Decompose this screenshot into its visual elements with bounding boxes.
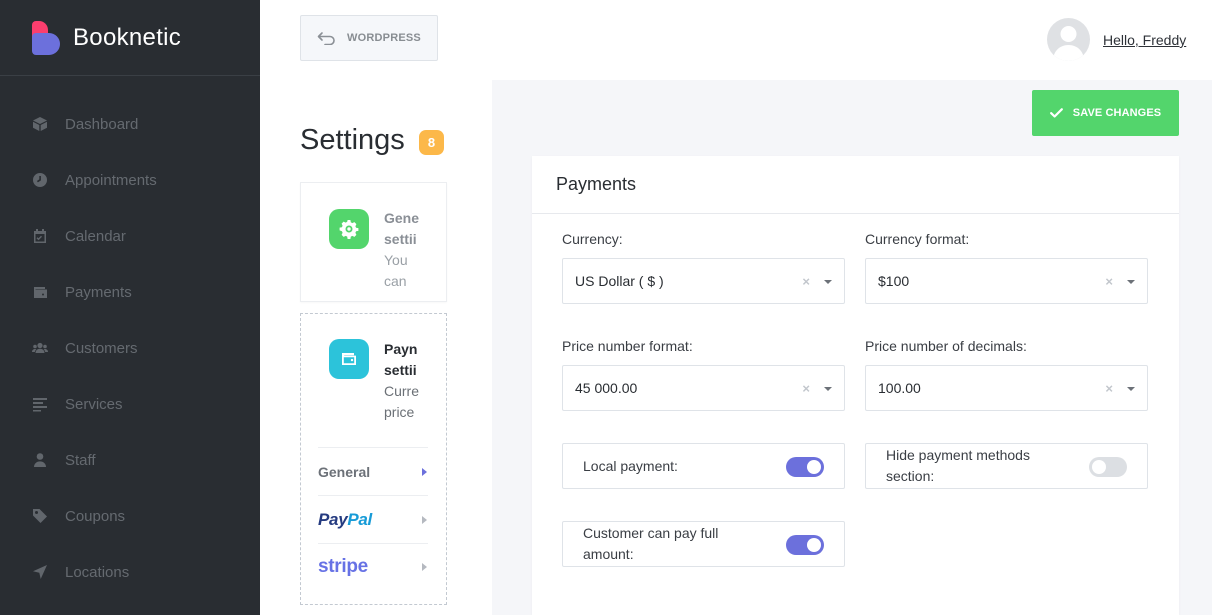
chevron-right-icon bbox=[422, 515, 427, 524]
sidebar-item-label: Coupons bbox=[65, 507, 126, 525]
customer-pay-full-toggle[interactable] bbox=[786, 535, 824, 555]
chevron-right-icon bbox=[422, 563, 427, 571]
payment-settings-text: Payn settii Curre price bbox=[384, 339, 446, 423]
card-title-line: settii bbox=[384, 362, 417, 378]
sidebar-item-label: Payments bbox=[65, 283, 132, 301]
payment-sub-menu: General PayPal stripe bbox=[318, 447, 428, 590]
sidebar-item-label: Staff bbox=[65, 451, 96, 469]
card-desc-line: price bbox=[384, 404, 415, 420]
sub-item-stripe[interactable]: stripe bbox=[318, 543, 428, 590]
chevron-down-icon bbox=[1127, 280, 1135, 284]
sidebar-item-label: Services bbox=[65, 395, 123, 413]
customer-pay-full-label: Customer can pay full amount: bbox=[583, 525, 719, 562]
cube-icon bbox=[32, 116, 48, 132]
avatar[interactable] bbox=[1047, 18, 1090, 61]
clear-icon[interactable]: × bbox=[802, 381, 810, 396]
hide-payment-methods-toggle[interactable] bbox=[1089, 457, 1127, 477]
payment-settings-card[interactable]: Payn settii Curre price General PayPal s… bbox=[300, 313, 447, 605]
currency-format-select[interactable]: $100 × bbox=[865, 258, 1148, 304]
user-icon bbox=[32, 452, 48, 468]
booknetic-logo-icon bbox=[32, 20, 60, 55]
card-desc-line: can bbox=[384, 273, 407, 289]
clock-icon bbox=[32, 172, 48, 188]
sidebar-item-label: Locations bbox=[65, 563, 130, 581]
wordpress-label: WORDPRESS bbox=[347, 32, 421, 44]
clear-icon[interactable]: × bbox=[802, 274, 810, 289]
sidebar-item-appointments[interactable]: Appointments bbox=[0, 152, 260, 208]
sidebar-item-dashboard[interactable]: Dashboard bbox=[0, 96, 260, 152]
local-payment-row: Local payment: bbox=[562, 443, 845, 489]
general-settings-card[interactable]: Gene settii You can bbox=[300, 182, 447, 302]
sidebar-item-coupons[interactable]: Coupons bbox=[0, 488, 260, 544]
location-arrow-icon bbox=[32, 564, 48, 580]
users-icon bbox=[32, 340, 48, 356]
save-changes-button[interactable]: SAVE CHANGES bbox=[1032, 90, 1179, 136]
top-header: WORDPRESS Hello, Freddy bbox=[260, 0, 1212, 80]
check-icon bbox=[1049, 108, 1063, 118]
card-title-line: Payn bbox=[384, 341, 418, 357]
sidebar-item-locations[interactable]: Locations bbox=[0, 544, 260, 600]
chevron-down-icon bbox=[824, 387, 832, 391]
settings-count-badge: 8 bbox=[419, 130, 444, 155]
sidebar-item-services[interactable]: Services bbox=[0, 376, 260, 432]
sidebar-item-staff[interactable]: Staff bbox=[0, 432, 260, 488]
price-number-format-label: Price number format: bbox=[562, 338, 693, 354]
sub-item-label: General bbox=[318, 463, 371, 480]
user-greeting-link[interactable]: Hello, Freddy bbox=[1103, 32, 1186, 48]
clear-icon[interactable]: × bbox=[1105, 381, 1113, 396]
sidebar: Booknetic Dashboard Appointments Calenda… bbox=[0, 0, 260, 615]
price-decimals-label: Price number of decimals: bbox=[865, 338, 1027, 354]
page-title: Settings bbox=[300, 124, 405, 156]
back-arrow-icon bbox=[317, 32, 335, 45]
currency-format-label: Currency format: bbox=[865, 231, 970, 247]
price-decimals-select[interactable]: 100.00 × bbox=[865, 365, 1148, 411]
price-number-format-select[interactable]: 45 000.00 × bbox=[562, 365, 845, 411]
list-icon bbox=[32, 396, 48, 412]
clear-icon[interactable]: × bbox=[1105, 274, 1113, 289]
currency-format-value: $100 bbox=[878, 273, 910, 289]
brand-name: Booknetic bbox=[73, 23, 182, 51]
card-desc-line: Curre bbox=[384, 383, 420, 399]
wallet-icon bbox=[329, 339, 369, 379]
sidebar-item-label: Calendar bbox=[65, 227, 126, 245]
currency-select[interactable]: US Dollar ( $ ) × bbox=[562, 258, 845, 304]
stripe-logo: stripe bbox=[318, 556, 368, 577]
local-payment-label: Local payment: bbox=[583, 458, 678, 474]
sidebar-item-customers[interactable]: Customers bbox=[0, 320, 260, 376]
chevron-down-icon bbox=[824, 280, 832, 284]
wallet-icon bbox=[32, 284, 48, 300]
brand[interactable]: Booknetic bbox=[0, 0, 260, 76]
settings-menu: Settings 8 Gene settii You can Payn sett… bbox=[260, 80, 492, 615]
wordpress-back-button[interactable]: WORDPRESS bbox=[300, 15, 438, 61]
paypal-logo: PayPal bbox=[318, 509, 372, 529]
chevron-down-icon bbox=[1127, 387, 1135, 391]
customer-pay-full-row: Customer can pay full amount: bbox=[562, 521, 845, 567]
price-decimals-value: 100.00 bbox=[878, 380, 921, 396]
sidebar-item-label: Dashboard bbox=[65, 115, 139, 133]
card-desc-line: You bbox=[384, 252, 408, 268]
sidebar-nav: Dashboard Appointments Calendar Payments… bbox=[0, 96, 260, 600]
price-number-format-value: 45 000.00 bbox=[575, 380, 638, 396]
save-changes-label: SAVE CHANGES bbox=[1072, 107, 1162, 119]
local-payment-toggle[interactable] bbox=[786, 457, 824, 477]
gear-icon bbox=[329, 209, 369, 249]
hide-payment-methods-row: Hide payment methods section: bbox=[865, 443, 1148, 489]
sub-item-general[interactable]: General bbox=[318, 447, 428, 495]
sub-item-paypal[interactable]: PayPal bbox=[318, 495, 428, 543]
sidebar-item-label: Appointments bbox=[65, 171, 157, 189]
card-title-line: settii bbox=[384, 231, 417, 247]
panel-title: Payments bbox=[532, 156, 1179, 214]
calendar-icon bbox=[32, 228, 48, 244]
currency-value: US Dollar ( $ ) bbox=[575, 273, 664, 289]
general-settings-text: Gene settii You can bbox=[384, 208, 446, 292]
sidebar-item-payments[interactable]: Payments bbox=[0, 264, 260, 320]
payments-panel: Payments Currency: US Dollar ( $ ) × Cur… bbox=[532, 156, 1179, 615]
sidebar-item-calendar[interactable]: Calendar bbox=[0, 208, 260, 264]
currency-label: Currency: bbox=[562, 231, 623, 247]
card-title-line: Gene bbox=[384, 210, 420, 226]
sidebar-item-label: Customers bbox=[65, 339, 138, 357]
tag-icon bbox=[32, 508, 48, 524]
chevron-right-icon bbox=[422, 467, 427, 476]
hide-payment-methods-label: Hide payment methods section: bbox=[886, 447, 1030, 484]
